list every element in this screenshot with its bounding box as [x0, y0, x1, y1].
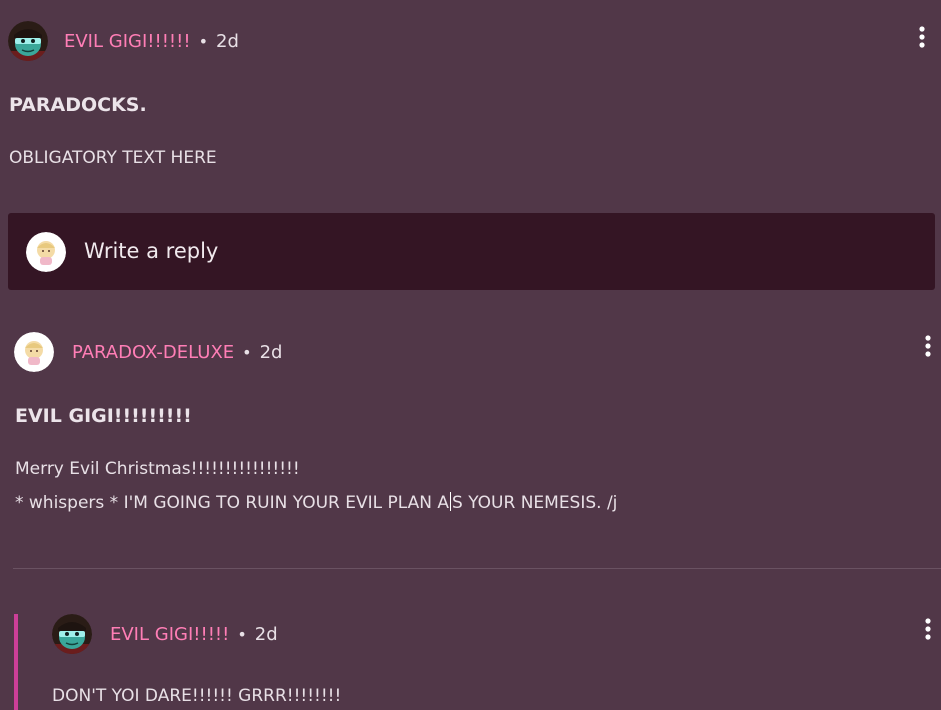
write-reply-placeholder: Write a reply [84, 239, 219, 263]
meta-separator: • [237, 624, 247, 644]
author-avatar[interactable] [8, 21, 48, 61]
vertical-dots-icon [919, 26, 925, 48]
current-user-avatar [26, 232, 66, 272]
comment-body-line: * whispers * I'M GOING TO RUIN YOUR EVIL… [15, 492, 617, 513]
post-title: PARADOCKS. [9, 94, 147, 116]
comment-body-line: Merry Evil Christmas!!!!!!!!!!!!!!!! [15, 459, 300, 479]
post-header: EVIL GIGI!!!!!! • 2d [8, 21, 239, 61]
author-avatar[interactable] [52, 614, 92, 654]
teal-villain-avatar-icon [52, 614, 92, 654]
author-name-link[interactable]: EVIL GIGI!!!!! [110, 624, 229, 645]
comment-age: 2d [254, 623, 278, 645]
post-age: 2d [216, 30, 239, 52]
comment-options-button[interactable] [920, 334, 936, 360]
meta-separator: • [242, 342, 252, 362]
comment-header: PARADOX-DELUXE • 2d [14, 332, 283, 372]
comment-title: EVIL GIGI!!!!!!!!! [15, 405, 192, 427]
author-avatar[interactable] [14, 332, 54, 372]
meta-separator: • [198, 31, 208, 51]
chibi-character-avatar-icon [26, 232, 66, 272]
comment-divider [13, 568, 941, 569]
comment-header: EVIL GIGI!!!!! • 2d [52, 614, 278, 654]
author-name-link[interactable]: PARADOX-DELUXE [72, 342, 234, 363]
comment-body-text: S YOUR NEMESIS. /j [452, 493, 618, 513]
text-cursor [450, 492, 451, 511]
chibi-character-avatar-icon [14, 332, 54, 372]
comment-body-text: * whispers * I'M GOING TO RUIN YOUR EVIL… [15, 493, 449, 513]
write-reply-input[interactable]: Write a reply [8, 213, 935, 290]
vertical-dots-icon [925, 618, 931, 640]
teal-villain-avatar-icon [8, 21, 48, 61]
post-body: OBLIGATORY TEXT HERE [9, 148, 217, 168]
comment-age: 2d [259, 341, 283, 363]
vertical-dots-icon [925, 335, 931, 357]
thread-indicator[interactable] [14, 614, 18, 710]
author-name-link[interactable]: EVIL GIGI!!!!!! [64, 31, 191, 52]
comment-options-button[interactable] [920, 617, 936, 643]
post-options-button[interactable] [914, 25, 930, 51]
comment-body: DON'T YOI DARE!!!!!! GRRR!!!!!!!! [52, 686, 342, 706]
